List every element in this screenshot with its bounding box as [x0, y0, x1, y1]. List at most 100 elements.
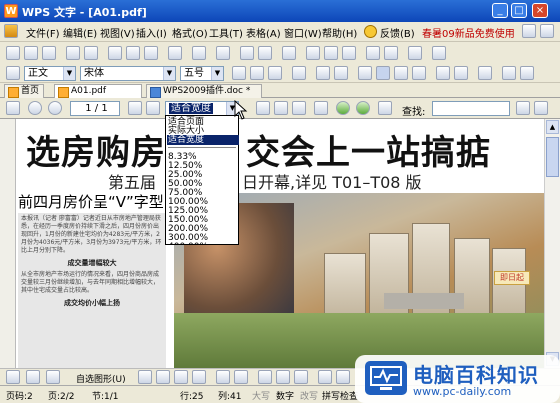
preview-icon[interactable]: [84, 46, 98, 60]
line-color-icon[interactable]: [276, 370, 290, 384]
fullscreen-icon[interactable]: [378, 101, 392, 115]
menu-help[interactable]: 帮助(H): [322, 25, 357, 40]
align-center-icon[interactable]: [376, 66, 390, 80]
subscript-icon[interactable]: [334, 66, 348, 80]
highlight-icon[interactable]: [502, 66, 516, 80]
two-page-icon[interactable]: [314, 101, 328, 115]
undo-icon[interactable]: [240, 46, 254, 60]
open-icon[interactable]: [24, 46, 38, 60]
rotate-icon[interactable]: [26, 370, 40, 384]
spell-check-icon[interactable]: [192, 46, 206, 60]
justify-icon[interactable]: [412, 66, 426, 80]
back-arrow-icon[interactable]: [28, 101, 42, 115]
align-left-icon[interactable]: [358, 66, 372, 80]
line-icon[interactable]: [138, 370, 152, 384]
help-icon[interactable]: [432, 46, 446, 60]
drawing-icon[interactable]: [342, 46, 356, 60]
document-canvas[interactable]: 选房购房 交会上一站搞掂 第五届 日开幕,详见 T01–T08 版 前四月房价呈“V…: [16, 119, 544, 368]
textbox-icon[interactable]: [46, 370, 60, 384]
underline-icon[interactable]: [268, 66, 282, 80]
find-next-icon[interactable]: [534, 101, 548, 115]
scroll-thumb[interactable]: [546, 137, 559, 177]
rectangle-icon[interactable]: [174, 370, 188, 384]
minimize-button[interactable]: _: [492, 3, 508, 18]
doc-minimize-icon[interactable]: [522, 24, 536, 38]
hyperlink-icon[interactable]: [282, 46, 296, 60]
fill-color-icon[interactable]: [258, 370, 272, 384]
wordart-icon[interactable]: [216, 370, 230, 384]
picture-icon[interactable]: [384, 46, 398, 60]
menu-format[interactable]: 格式(O): [172, 25, 208, 40]
chart-icon[interactable]: [366, 46, 380, 60]
table-icon[interactable]: [216, 46, 230, 60]
font-color-icon[interactable]: [292, 66, 306, 80]
menu-tools[interactable]: 工具(T): [209, 25, 243, 40]
close-button[interactable]: ×: [532, 3, 548, 18]
save-icon[interactable]: [42, 46, 56, 60]
zoom-option[interactable]: 400.00%: [167, 242, 239, 245]
align-right-icon[interactable]: [394, 66, 408, 80]
rotate-right-icon[interactable]: [356, 101, 370, 115]
font-size-select[interactable]: 五号 ▼: [180, 66, 224, 81]
bold-icon[interactable]: [232, 66, 246, 80]
zoom-icon[interactable]: [408, 46, 422, 60]
page-number-field[interactable]: 1 / 1: [70, 101, 120, 116]
maximize-button[interactable]: □: [511, 3, 527, 18]
italic-icon[interactable]: [250, 66, 264, 80]
insert-table-icon[interactable]: [306, 46, 320, 60]
format-painter-icon[interactable]: [168, 46, 182, 60]
menu-table[interactable]: 表格(A): [246, 25, 281, 40]
zoom-in-icon[interactable]: [146, 101, 160, 115]
font-select[interactable]: 宋体 ▼: [80, 66, 176, 81]
status-spell[interactable]: 拼写检查: [322, 389, 358, 402]
line-style-icon[interactable]: [318, 370, 332, 384]
image-icon[interactable]: [234, 370, 248, 384]
bullets-icon[interactable]: [454, 66, 468, 80]
feedback-menu[interactable]: 反馈(B): [380, 25, 415, 40]
styles-icon[interactable]: [6, 66, 20, 80]
indent-icon[interactable]: [478, 66, 492, 80]
forward-arrow-icon[interactable]: [48, 101, 62, 115]
style-select[interactable]: 正文 ▼: [24, 66, 76, 81]
menu-edit[interactable]: 编辑(E): [63, 25, 97, 40]
menu-view[interactable]: 视图(V): [100, 25, 135, 40]
find-prev-icon[interactable]: [516, 101, 530, 115]
select-objects-icon[interactable]: [6, 370, 20, 384]
menu-window[interactable]: 窗口(W): [284, 25, 322, 40]
tab-wps-plugin-doc[interactable]: WPS2009插件.doc *: [146, 84, 262, 98]
style-value: 正文: [28, 68, 48, 79]
copy-icon[interactable]: [126, 46, 140, 60]
zoom-out-icon[interactable]: [128, 101, 142, 115]
redo-icon[interactable]: [258, 46, 272, 60]
new-icon[interactable]: [6, 46, 20, 60]
border-icon[interactable]: [520, 66, 534, 80]
oval-icon[interactable]: [192, 370, 206, 384]
doc-close-icon[interactable]: [540, 24, 554, 38]
fit-width-icon[interactable]: [274, 101, 288, 115]
tab-home[interactable]: 首页: [4, 84, 44, 98]
zoom-option-fit-width[interactable]: 适合宽度: [167, 135, 239, 145]
font-color-icon[interactable]: [294, 370, 308, 384]
paste-icon[interactable]: [144, 46, 158, 60]
promo-link[interactable]: 春暑09新品免费使用: [422, 25, 515, 40]
fit-page-icon[interactable]: [256, 101, 270, 115]
shadow-icon[interactable]: [336, 370, 350, 384]
single-page-icon[interactable]: [292, 101, 306, 115]
numbering-icon[interactable]: [436, 66, 450, 80]
autoshapes-menu[interactable]: 自选图形(U): [76, 372, 126, 385]
scroll-up-icon[interactable]: ▲: [546, 120, 559, 134]
superscript-icon[interactable]: [316, 66, 330, 80]
print-icon[interactable]: [6, 101, 20, 115]
rotate-left-icon[interactable]: [336, 101, 350, 115]
wps-menu-icon[interactable]: [4, 24, 18, 38]
find-input[interactable]: [432, 101, 510, 116]
print-icon[interactable]: [66, 46, 80, 60]
zoom-select[interactable]: 适合宽度 ▼: [165, 101, 239, 116]
arrow-icon[interactable]: [156, 370, 170, 384]
tab-a01-pdf[interactable]: A01.pdf: [54, 84, 142, 98]
menu-insert[interactable]: 插入(I): [136, 25, 167, 40]
cut-icon[interactable]: [108, 46, 122, 60]
columns-icon[interactable]: [324, 46, 338, 60]
menu-file[interactable]: 文件(F): [26, 25, 60, 40]
vertical-scrollbar[interactable]: ▲ ▼: [544, 119, 560, 368]
